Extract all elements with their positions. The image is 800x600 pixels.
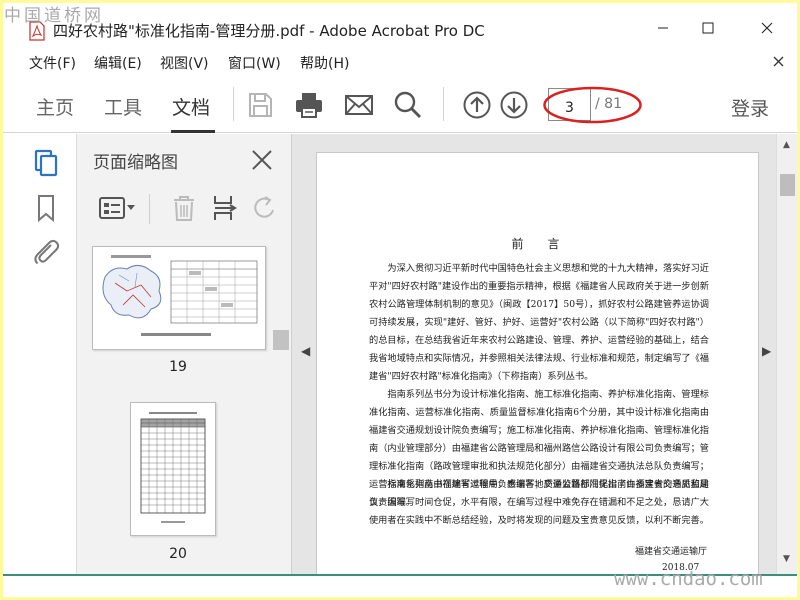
page-thumbnail-19[interactable] (92, 246, 266, 350)
collapse-left-icon[interactable]: ◀ (301, 344, 310, 358)
close-document-icon[interactable] (773, 52, 784, 71)
close-panel-icon[interactable] (250, 148, 274, 172)
menu-window[interactable]: 窗口(W) (228, 53, 281, 73)
page-up-icon[interactable] (462, 90, 492, 120)
page-thumbnails-icon[interactable] (31, 148, 61, 178)
doc-scroll-down-icon[interactable]: ▼ (783, 554, 790, 564)
tab-tools[interactable]: 工具 (104, 93, 142, 120)
title-bar: 四好农村路"标准化指南-管理分册.pdf - Adobe Acrobat Pro… (3, 3, 797, 45)
menu-edit[interactable]: 编辑(E) (94, 53, 142, 73)
page-thumbnail-20[interactable] (130, 402, 216, 536)
menu-file[interactable]: 文件(F) (29, 53, 76, 73)
main-toolbar: 主页 工具 文档 3 / 81 登录 (3, 77, 797, 133)
menu-view[interactable]: 视图(V) (160, 53, 209, 73)
minimize-button[interactable] (648, 15, 678, 41)
page-down-icon[interactable] (499, 90, 529, 120)
doc-scroll-handle[interactable] (780, 174, 795, 196)
navigation-rail (3, 134, 77, 574)
tab-home[interactable]: 主页 (36, 93, 74, 120)
pdf-page: 前 言 为深入贯彻习近平新时代中国特色社会主义思想和党的十九大精神，落实好习近平… (316, 152, 759, 592)
red-ellipse-annotation (543, 86, 642, 124)
panel-title: 页面缩略图 (93, 153, 178, 173)
document-view: ◀ ▶ 前 言 为深入贯彻习近平新时代中国特色社会主义思想和党的十九大精神，落实… (292, 134, 797, 592)
watermark-top: 中国道桥网 (4, 6, 104, 26)
thumbnail-options-icon[interactable] (98, 194, 138, 222)
insert-page-icon[interactable] (211, 194, 239, 222)
maximize-button[interactable] (693, 15, 723, 41)
bookmark-icon[interactable] (31, 193, 61, 223)
email-icon[interactable] (344, 90, 374, 120)
attachment-icon[interactable] (31, 237, 61, 267)
document-paragraph-3: 指南系列丛书在编写过程中，感谢各地交通公路部门提出了许多宝贵的意见和建议，因编写… (369, 479, 709, 526)
thumbnail-scrollbar[interactable]: ▲ ▼ (270, 234, 476, 574)
document-paragraph-1: 为深入贯彻习近平新时代中国特色社会主义思想和党的十九大精神，落实好习近平对"四好… (369, 263, 709, 382)
toolbar-divider (443, 87, 444, 121)
search-icon[interactable] (393, 90, 423, 120)
thumbnail-map-preview (102, 255, 258, 336)
delete-page-icon[interactable] (171, 194, 197, 222)
print-icon[interactable] (294, 90, 324, 120)
page-thumbnails-panel: 页面缩略图 19 20 (77, 134, 476, 574)
toolbar-divider (233, 87, 234, 121)
thumbnail-table-preview (140, 412, 206, 523)
menu-help[interactable]: 帮助(H) (300, 53, 349, 73)
thumbnail-scroll-handle[interactable] (273, 330, 289, 350)
active-tab-indicator (171, 130, 215, 133)
thumbnail-label-19: 19 (169, 359, 187, 375)
document-signature: 福建省交通运输厅 (635, 547, 708, 557)
thumbnail-list: 19 20 (77, 234, 292, 574)
tab-document[interactable]: 文档 (172, 93, 210, 120)
window-title: 四好农村路"标准化指南-管理分册.pdf - Adobe Acrobat Pro… (53, 22, 485, 40)
close-window-button[interactable] (752, 15, 782, 41)
login-link[interactable]: 登录 (731, 94, 769, 121)
document-scrollbar[interactable]: ▲ ▼ (776, 134, 797, 574)
panel-tool-divider (149, 194, 150, 224)
collapse-right-icon[interactable]: ▶ (762, 344, 771, 358)
watermark-bottom: www.cndao.com (614, 568, 763, 590)
acrobat-window: 四好农村路"标准化指南-管理分册.pdf - Adobe Acrobat Pro… (3, 3, 797, 597)
thumbnail-label-20: 20 (169, 546, 187, 562)
rotate-page-icon[interactable] (251, 194, 279, 222)
thumbnail-toolbar (77, 184, 292, 230)
document-heading: 前 言 (511, 237, 566, 251)
save-icon[interactable] (245, 90, 275, 120)
doc-scroll-up-icon[interactable]: ▲ (783, 140, 790, 150)
menu-bar: 文件(F) 编辑(E) 视图(V) 窗口(W) 帮助(H) (3, 45, 797, 77)
